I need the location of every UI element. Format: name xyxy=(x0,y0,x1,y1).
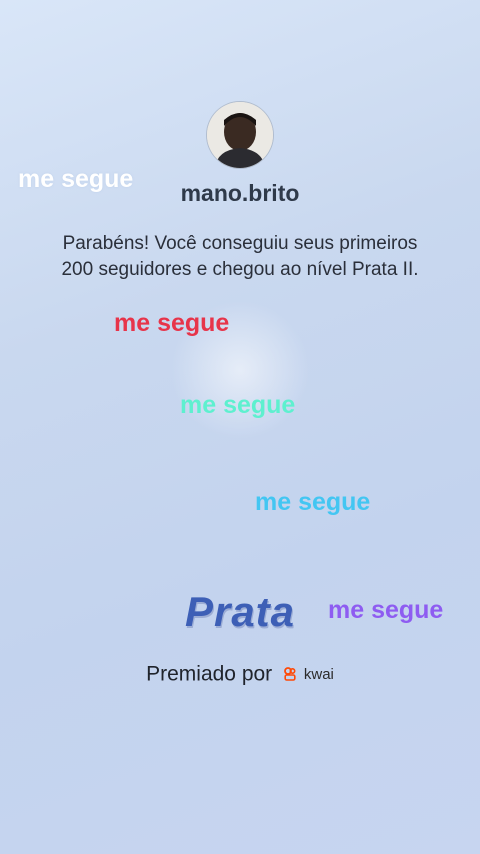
tier-label: Prata xyxy=(184,588,296,635)
achievement-message: Parabéns! Você conseguiu seus primeiros … xyxy=(61,233,419,280)
user-avatar-icon xyxy=(207,102,273,168)
overlay-tag-cyan: me segue xyxy=(255,488,371,516)
overlay-tag-red: me segue xyxy=(114,309,230,337)
awarded-by-label: Premiado por xyxy=(146,662,273,686)
avatar[interactable] xyxy=(207,102,273,168)
overlay-tag-white: me segue xyxy=(18,165,134,193)
awarded-by: Premiado por kwai xyxy=(0,662,480,686)
kwai-logo-icon xyxy=(284,667,296,682)
kwai-brand-text: kwai xyxy=(303,665,334,683)
overlay-tag-mint: me segue xyxy=(180,391,296,419)
